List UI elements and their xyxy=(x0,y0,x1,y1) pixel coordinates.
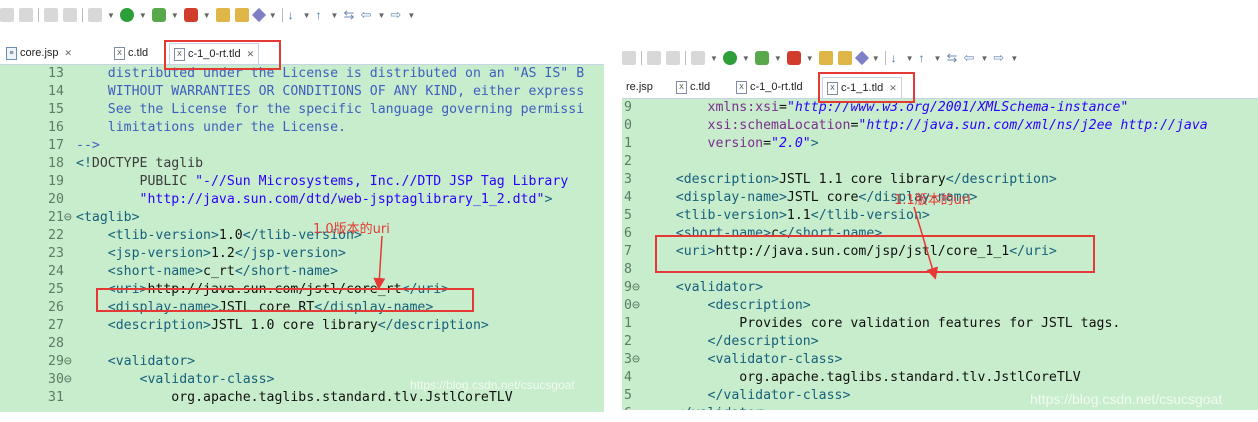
toggle-icon[interactable] xyxy=(666,51,680,65)
left-toolbar: ▼ ▼ ▼ ▼ ▼ ↓ ▼ ↑ ▼ ⇆ ⇦ ▼ ⇨ ▼ xyxy=(0,0,604,40)
right-toolbar: ▼ ▼ ▼ ▼ ▼ ↓ ▼ ↑ ▼ ⇆ ⇦ ▼ ⇨ ▼ xyxy=(622,42,1258,76)
dropdown-arrow-icon[interactable]: ▼ xyxy=(934,54,942,63)
tab-label: core.jsp xyxy=(20,47,59,59)
dropdown-arrow-icon[interactable]: ▼ xyxy=(806,54,814,63)
back-icon[interactable]: ⇦ xyxy=(360,8,372,22)
wand-icon[interactable] xyxy=(854,50,869,66)
tab-core-jsp[interactable]: ≡ core.jsp ✕ xyxy=(2,43,76,63)
open-type-icon[interactable] xyxy=(215,8,230,22)
dropdown-arrow-icon[interactable]: ▼ xyxy=(774,54,782,63)
search-icon[interactable] xyxy=(622,51,636,65)
previous-annotation-icon[interactable]: ↑ xyxy=(919,51,929,65)
dropdown-arrow-icon[interactable]: ▼ xyxy=(203,11,211,20)
previous-annotation-icon[interactable]: ↑ xyxy=(316,8,326,22)
dropdown-arrow-icon[interactable]: ▼ xyxy=(906,54,914,63)
right-editor-tabs: re.jsp X c.tld X c-1_0-rt.tld X c-1_1.tl… xyxy=(622,76,1258,99)
external-tools-icon[interactable] xyxy=(786,51,801,65)
open-type-icon[interactable] xyxy=(818,51,833,65)
wand-icon[interactable] xyxy=(251,7,266,23)
dropdown-arrow-icon[interactable]: ▼ xyxy=(139,11,147,20)
tld-file-icon: X xyxy=(676,80,687,94)
toolbar-separator xyxy=(38,8,39,22)
open-folder-icon[interactable] xyxy=(234,8,249,22)
tab-core-jsp[interactable]: re.jsp xyxy=(622,77,657,97)
tab-label: c-1_0-rt.tld xyxy=(750,81,803,93)
gear-icon[interactable] xyxy=(691,51,705,65)
jsp-file-icon: ≡ xyxy=(6,46,17,60)
left-code-editor[interactable]: 13 distributed under the License is dist… xyxy=(0,65,604,412)
toggle-icon[interactable] xyxy=(63,8,77,22)
gear-icon[interactable] xyxy=(88,8,102,22)
dropdown-arrow-icon[interactable]: ▼ xyxy=(107,11,115,20)
last-edit-icon[interactable]: ⇆ xyxy=(343,8,355,22)
left-editor-tabs: ≡ core.jsp ✕ X c.tld X c-1_0-rt.tld ✕ xyxy=(0,42,604,65)
dropdown-arrow-icon[interactable]: ▼ xyxy=(331,11,339,20)
tab-c-tld[interactable]: X c.tld xyxy=(110,43,152,63)
format-icon[interactable] xyxy=(44,8,58,22)
left-editor-window: ▼ ▼ ▼ ▼ ▼ ↓ ▼ ↑ ▼ ⇆ ⇦ ▼ ⇨ ▼ ≡ core.jsp ✕ X c… xyxy=(0,0,604,412)
toolbar-separator xyxy=(884,51,886,65)
right-editor-window: ▼ ▼ ▼ ▼ ▼ ↓ ▼ ↑ ▼ ⇆ ⇦ ▼ ⇨ ▼ re.jsp X c.tld X… xyxy=(622,42,1258,410)
dropdown-arrow-icon[interactable]: ▼ xyxy=(872,54,880,63)
tld-file-icon: X xyxy=(114,46,125,60)
toolbar-separator xyxy=(641,51,642,65)
search-icon[interactable] xyxy=(19,8,33,22)
dropdown-arrow-icon[interactable]: ▼ xyxy=(269,11,277,20)
format-icon[interactable] xyxy=(647,51,661,65)
tab-label: c.tld xyxy=(690,81,711,93)
active-tab-highlight-box xyxy=(818,72,915,103)
toolbar-separator xyxy=(82,8,83,22)
tab-c-tld[interactable]: X c.tld xyxy=(672,77,714,97)
layout-icon[interactable] xyxy=(0,8,14,22)
watermark: https://blog.csdn.net/csucsgoat xyxy=(1030,391,1223,407)
last-edit-icon[interactable]: ⇆ xyxy=(946,51,958,65)
next-annotation-icon[interactable]: ↓ xyxy=(288,8,298,22)
debug-icon[interactable] xyxy=(754,51,769,65)
close-icon[interactable]: ✕ xyxy=(65,48,73,59)
open-folder-icon[interactable] xyxy=(837,51,852,65)
toolbar-separator xyxy=(281,8,283,22)
next-annotation-icon[interactable]: ↓ xyxy=(891,51,901,65)
dropdown-arrow-icon[interactable]: ▼ xyxy=(407,11,415,20)
dropdown-arrow-icon[interactable]: ▼ xyxy=(710,54,718,63)
annotation-arrow xyxy=(373,235,386,290)
dropdown-arrow-icon[interactable]: ▼ xyxy=(980,54,988,63)
external-tools-icon[interactable] xyxy=(183,8,198,22)
run-icon[interactable] xyxy=(119,8,134,22)
tab-label: c.tld xyxy=(128,47,149,59)
run-icon[interactable] xyxy=(722,51,737,65)
forward-icon[interactable]: ⇨ xyxy=(993,51,1005,65)
tab-c-1-0-rt-tld[interactable]: X c-1_0-rt.tld xyxy=(732,77,807,97)
active-tab-highlight-box xyxy=(164,40,281,70)
dropdown-arrow-icon[interactable]: ▼ xyxy=(1010,54,1018,63)
forward-icon[interactable]: ⇨ xyxy=(390,8,402,22)
tld-file-icon: X xyxy=(736,80,747,94)
dropdown-arrow-icon[interactable]: ▼ xyxy=(742,54,750,63)
dropdown-arrow-icon[interactable]: ▼ xyxy=(377,11,385,20)
annotation-arrow xyxy=(913,206,939,280)
toolbar-separator xyxy=(685,51,686,65)
dropdown-arrow-icon[interactable]: ▼ xyxy=(303,11,311,20)
watermark: https://blog.csdn.net/csucsgoat xyxy=(410,378,575,392)
back-icon[interactable]: ⇦ xyxy=(963,51,975,65)
dropdown-arrow-icon[interactable]: ▼ xyxy=(171,11,179,20)
tab-label: re.jsp xyxy=(626,81,653,93)
debug-icon[interactable] xyxy=(151,8,166,22)
right-code-editor[interactable]: 9 xmlns:xsi="http://www.w3.org/2001/XMLS… xyxy=(622,99,1258,410)
